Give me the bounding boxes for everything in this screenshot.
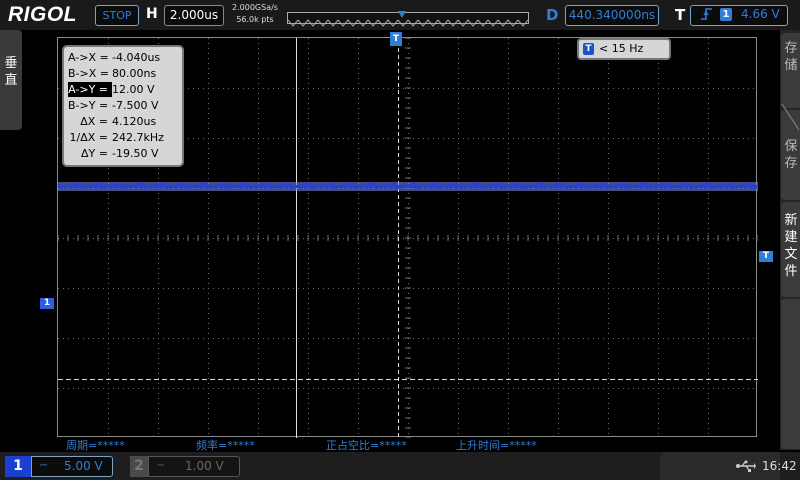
sample-rate: 2.000GSa/s	[232, 3, 278, 12]
acquisition-info: 2.000GSa/s 56.0k pts	[229, 2, 281, 26]
memory-overview-bar	[287, 12, 529, 27]
menu-item-new-file: 新建文件	[784, 213, 798, 279]
horizontal-label: H	[146, 6, 158, 22]
cursor-row: ΔY = -19.50 V	[68, 146, 180, 161]
cursor-row-selected: A->Y = 12.00 V	[68, 82, 180, 97]
cursor-row: ΔX = 4.120us	[68, 114, 180, 129]
channel2-button[interactable]: 2	[130, 456, 148, 477]
memory-waveform-icon	[287, 19, 529, 27]
cursor-value: 12.00 V	[112, 83, 155, 96]
cursor-key: 1/ΔX =	[69, 131, 108, 144]
channel1-button[interactable]: 1	[5, 456, 31, 477]
cursor-row: A->X = -4.040us	[68, 50, 180, 65]
cursor-row: B->X = 80.00ns	[68, 66, 180, 81]
dc-coupling-icon: ⎓	[157, 461, 165, 471]
channel1-offset-marker[interactable]: 1	[40, 298, 54, 309]
menu-item-save: 保存	[784, 139, 798, 171]
measurement-rise-time: 上升时间=*****	[456, 439, 537, 452]
measurement-duty-cycle: 正占空比=*****	[326, 439, 407, 452]
trigger-position-marker[interactable]: T	[390, 32, 402, 46]
measurement-frequency: 频率=*****	[196, 439, 255, 452]
channel1-settings[interactable]: ⎓ 5.00 V	[31, 456, 113, 477]
trigger-level-marker[interactable]: T	[759, 251, 773, 262]
brand-logo: RIGOL	[8, 3, 77, 26]
cursor-value: 4.120us	[112, 115, 157, 128]
cursor-key: ΔX =	[80, 115, 108, 128]
cursor-key: A->Y =	[68, 82, 112, 97]
memory-position-icon	[398, 4, 406, 18]
channel2-scale: 1.00 V	[185, 459, 224, 473]
cursor-value: 80.00ns	[112, 67, 157, 80]
trigger-level-value: 4.66 V	[741, 7, 780, 21]
trigger-icon: T	[583, 43, 594, 55]
cursor-value: -4.040us	[112, 51, 161, 64]
measurement-period: 周期=*****	[66, 439, 125, 452]
memory-depth: 56.0k pts	[236, 15, 274, 24]
frequency-counter: T < 15 Hz	[577, 38, 671, 60]
channel1-scale: 5.00 V	[64, 459, 103, 473]
cursor-key: B->X =	[68, 67, 109, 80]
cursor-key: A->X =	[68, 51, 109, 64]
cursor-key: ΔY =	[81, 147, 108, 160]
cursor-row: B->Y = -7.500 V	[68, 98, 180, 113]
cursor-value: 242.7kHz	[112, 131, 164, 144]
menu-slot-empty[interactable]	[781, 299, 800, 449]
delay-label: D	[546, 6, 559, 24]
frequency-value: < 15 Hz	[599, 42, 644, 55]
rising-edge-icon	[700, 6, 714, 26]
horizontal-delay-value[interactable]: 440.340000ns	[565, 5, 659, 26]
cursor-key: B->Y =	[68, 99, 109, 112]
menu-item-storage: 存储	[784, 41, 798, 73]
usb-icon	[736, 459, 756, 476]
cursor-value: -7.500 V	[112, 99, 159, 112]
trigger-label: T	[675, 6, 686, 24]
dc-coupling-icon: ⎓	[40, 461, 48, 471]
cursor-readout-panel: A->X = -4.040us B->X = 80.00ns A->Y = 12.00…	[62, 45, 184, 167]
trigger-source-badge: 1	[720, 8, 732, 21]
cursor-value: -19.50 V	[112, 147, 159, 160]
run-stop-status[interactable]: STOP	[95, 5, 139, 26]
menu-divider-icon	[781, 102, 800, 132]
timebase-value[interactable]: 2.000us	[164, 5, 224, 26]
channel2-settings[interactable]: ⎓ 1.00 V	[148, 456, 240, 477]
vertical-menu-label: 垂直	[4, 56, 18, 88]
cursor-row: 1/ΔX = 242.7kHz	[68, 130, 180, 145]
clock: 16:42	[762, 459, 797, 473]
